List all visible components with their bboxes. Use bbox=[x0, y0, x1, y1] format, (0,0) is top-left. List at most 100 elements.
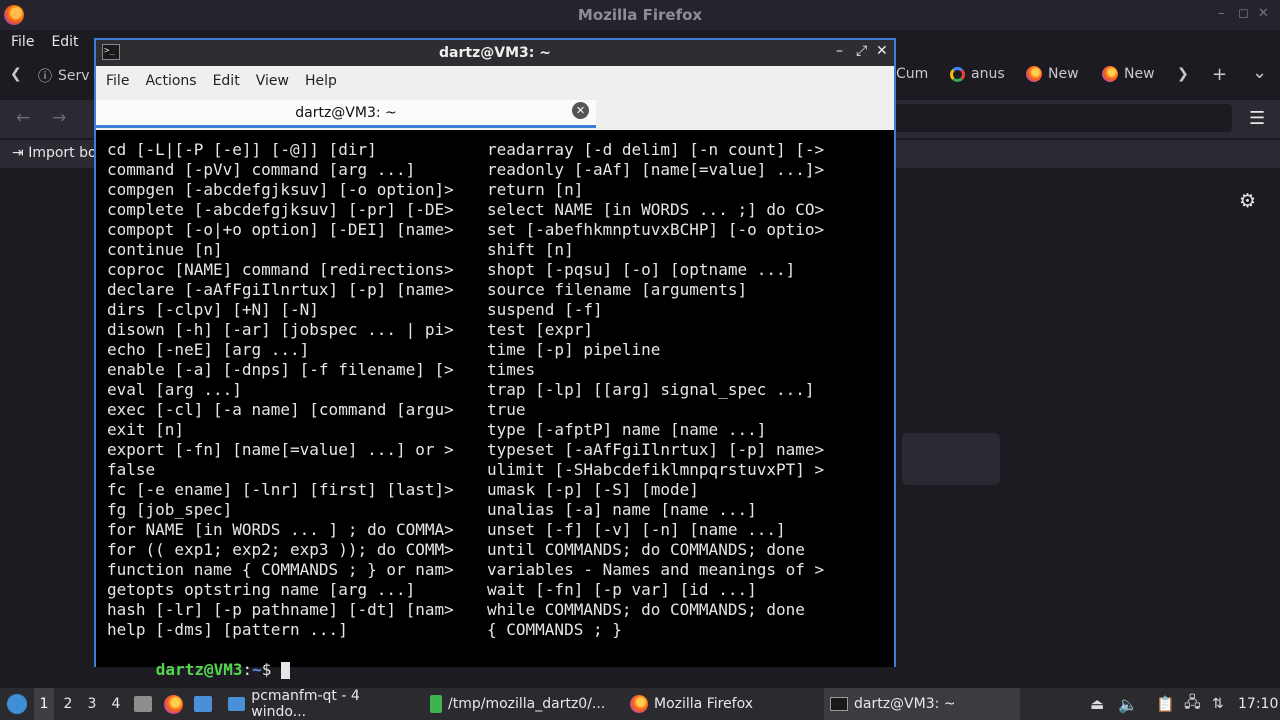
import-bookmarks-link[interactable]: ⇥ Import bo bbox=[12, 145, 97, 161]
network-icon[interactable]: 🖧 bbox=[1184, 688, 1201, 720]
prompt-symbol: $ bbox=[261, 660, 282, 679]
file-manager-launcher[interactable] bbox=[194, 688, 212, 720]
menu-help[interactable]: Help bbox=[305, 73, 337, 89]
output-line: disown [-h] [-ar] [jobspec ... | pi> bbox=[107, 320, 454, 339]
terminal-titlebar[interactable]: >_ dartz@VM3: ~ – ⤢ ✕ bbox=[96, 40, 894, 66]
tab-scroll-left-icon[interactable]: ❮ bbox=[10, 66, 22, 82]
volume-icon[interactable]: 🔈 bbox=[1118, 688, 1138, 720]
update-icon[interactable]: ⇅ bbox=[1212, 688, 1224, 720]
workspace-1[interactable]: 1 bbox=[34, 688, 54, 720]
tab-label: New bbox=[1124, 66, 1155, 82]
terminal-menubar: File Actions Edit View Help bbox=[96, 66, 894, 96]
firefox-menu-file[interactable]: File bbox=[11, 34, 34, 50]
prompt-path: ~ bbox=[252, 660, 262, 679]
firefox-launcher[interactable] bbox=[164, 688, 183, 720]
import-bookmarks-label: Import bo bbox=[28, 145, 97, 161]
output-line: umask [-p] [-S] [mode] bbox=[487, 480, 699, 499]
taskbar-task-pcmanfm[interactable]: pcmanfm-qt - 4 windo... bbox=[222, 688, 418, 720]
task-label: pcmanfm-qt - 4 windo... bbox=[251, 688, 360, 720]
firefox-menu-edit[interactable]: Edit bbox=[51, 34, 78, 50]
output-line: hash [-lr] [-p pathname] [-dt] [nam> bbox=[107, 600, 454, 619]
terminal-output[interactable]: cd [-L|[-P [-e]] [-@]] [dir] command [-pV… bbox=[96, 130, 894, 679]
firefox-tab[interactable]: ⓘ Serv bbox=[38, 66, 90, 86]
firefox-tab[interactable]: New bbox=[1102, 66, 1155, 82]
tab-list-icon[interactable]: ⌄ bbox=[1252, 62, 1267, 83]
firefox-titlebar: Mozilla Firefox – ◻ ✕ bbox=[0, 0, 1280, 30]
forward-icon[interactable]: → bbox=[52, 108, 66, 128]
url-bar[interactable] bbox=[890, 104, 1232, 132]
menu-edit[interactable]: Edit bbox=[213, 73, 240, 89]
output-line: continue [n] bbox=[107, 240, 223, 259]
output-line: for (( exp1; exp2; exp3 )); do COMM> bbox=[107, 540, 454, 559]
minimize-button[interactable]: – bbox=[836, 43, 843, 59]
output-line: false bbox=[107, 460, 156, 479]
output-line: eval [arg ...] bbox=[107, 380, 242, 399]
output-line: typeset [-aAfFgiIlnrtux] [-p] name> bbox=[487, 440, 825, 459]
output-line: unalias [-a] name [name ...] bbox=[487, 500, 757, 519]
output-line: exec [-cl] [-a name] [command [argu> bbox=[107, 400, 454, 419]
menu-file[interactable]: File bbox=[106, 73, 129, 89]
output-line: fc [-e ename] [-lnr] [first] [last]> bbox=[107, 480, 454, 499]
firefox-tab[interactable]: New bbox=[1026, 66, 1079, 82]
output-line: command [-pVv] command [arg ...] bbox=[107, 160, 416, 179]
output-column-right: readarray [-d delim] [-n count] [-> reado… bbox=[487, 140, 824, 640]
firefox-icon bbox=[1026, 66, 1042, 82]
output-line: { COMMANDS ; } bbox=[487, 620, 622, 639]
output-line: coproc [NAME] command [redirections> bbox=[107, 260, 454, 279]
output-line: until COMMANDS; do COMMANDS; done bbox=[487, 540, 805, 559]
task-label: /tmp/mozilla_dartz0/... bbox=[448, 696, 606, 712]
output-line: true bbox=[487, 400, 526, 419]
start-menu-button[interactable] bbox=[6, 688, 28, 720]
back-icon[interactable]: ← bbox=[16, 108, 30, 128]
maximize-button[interactable]: ⤢ bbox=[856, 43, 867, 59]
taskbar: 1 2 3 4 pcmanfm-qt - 4 windo... /tmp/moz… bbox=[0, 688, 1280, 720]
output-line: getopts optstring name [arg ...] bbox=[107, 580, 416, 599]
firefox-tab[interactable]: Cum bbox=[896, 66, 928, 82]
taskbar-task-terminal[interactable]: dartz@VM3: ~ bbox=[824, 688, 1020, 720]
output-line: function name { COMMANDS ; } or nam> bbox=[107, 560, 454, 579]
output-line: shift [n] bbox=[487, 240, 574, 259]
output-line: trap [-lp] [[arg] signal_spec ...] bbox=[487, 380, 815, 399]
info-icon: ⓘ bbox=[38, 69, 52, 85]
shell-prompt[interactable]: dartz@VM3:~$ bbox=[98, 640, 291, 679]
taskbar-task-firefox[interactable]: Mozilla Firefox bbox=[624, 688, 820, 720]
close-button[interactable]: ✕ bbox=[876, 43, 888, 59]
clock[interactable]: 17:10 bbox=[1238, 688, 1278, 720]
start-menu-icon bbox=[7, 694, 27, 714]
output-line: wait [-fn] [-p var] [id ...] bbox=[487, 580, 757, 599]
menu-actions[interactable]: Actions bbox=[145, 73, 196, 89]
tab-close-icon[interactable]: ✕ bbox=[572, 102, 589, 119]
clipboard-icon[interactable]: 📋 bbox=[1156, 688, 1175, 720]
workspace-2[interactable]: 2 bbox=[58, 688, 78, 720]
output-line: test [expr] bbox=[487, 320, 593, 339]
output-line: declare [-aAfFgiIlnrtux] [-p] [name> bbox=[107, 280, 454, 299]
taskbar-task-tmp[interactable]: /tmp/mozilla_dartz0/... bbox=[424, 688, 620, 720]
workspace-3[interactable]: 3 bbox=[82, 688, 102, 720]
output-line: for NAME [in WORDS ... ] ; do COMMA> bbox=[107, 520, 454, 539]
workspace-4[interactable]: 4 bbox=[106, 688, 126, 720]
firefox-logo-icon bbox=[4, 5, 24, 25]
task-label: Mozilla Firefox bbox=[654, 696, 754, 712]
minimize-icon[interactable]: – bbox=[1218, 6, 1225, 21]
terminal-window-title: dartz@VM3: ~ bbox=[439, 45, 551, 61]
output-line: compopt [-o|+o option] [-DEI] [name> bbox=[107, 220, 454, 239]
firefox-icon bbox=[1102, 66, 1118, 82]
show-desktop-button[interactable] bbox=[134, 688, 152, 720]
output-line: set [-abefhkmnptuvxBCHP] [-o optio> bbox=[487, 220, 825, 239]
menu-icon[interactable]: ☰ bbox=[1249, 108, 1265, 129]
google-icon bbox=[950, 66, 965, 82]
new-tab-icon[interactable]: + bbox=[1212, 64, 1227, 85]
maximize-icon[interactable]: ◻ bbox=[1238, 6, 1249, 21]
menu-view[interactable]: View bbox=[256, 73, 289, 89]
settings-icon[interactable]: ⚙ bbox=[1239, 190, 1256, 212]
tab-scroll-right-icon[interactable]: ❯ bbox=[1177, 66, 1189, 82]
terminal-tab[interactable]: dartz@VM3: ~ bbox=[96, 100, 596, 128]
eject-icon[interactable]: ⏏ bbox=[1090, 688, 1104, 720]
firefox-tab[interactable]: anus bbox=[950, 66, 1005, 82]
close-icon[interactable]: ✕ bbox=[1258, 6, 1269, 21]
output-line: fg [job_spec] bbox=[107, 500, 233, 519]
terminal-tab-label: dartz@VM3: ~ bbox=[295, 104, 397, 121]
terminal-icon bbox=[830, 697, 848, 711]
terminal-icon: >_ bbox=[102, 44, 120, 60]
output-line: echo [-neE] [arg ...] bbox=[107, 340, 310, 359]
